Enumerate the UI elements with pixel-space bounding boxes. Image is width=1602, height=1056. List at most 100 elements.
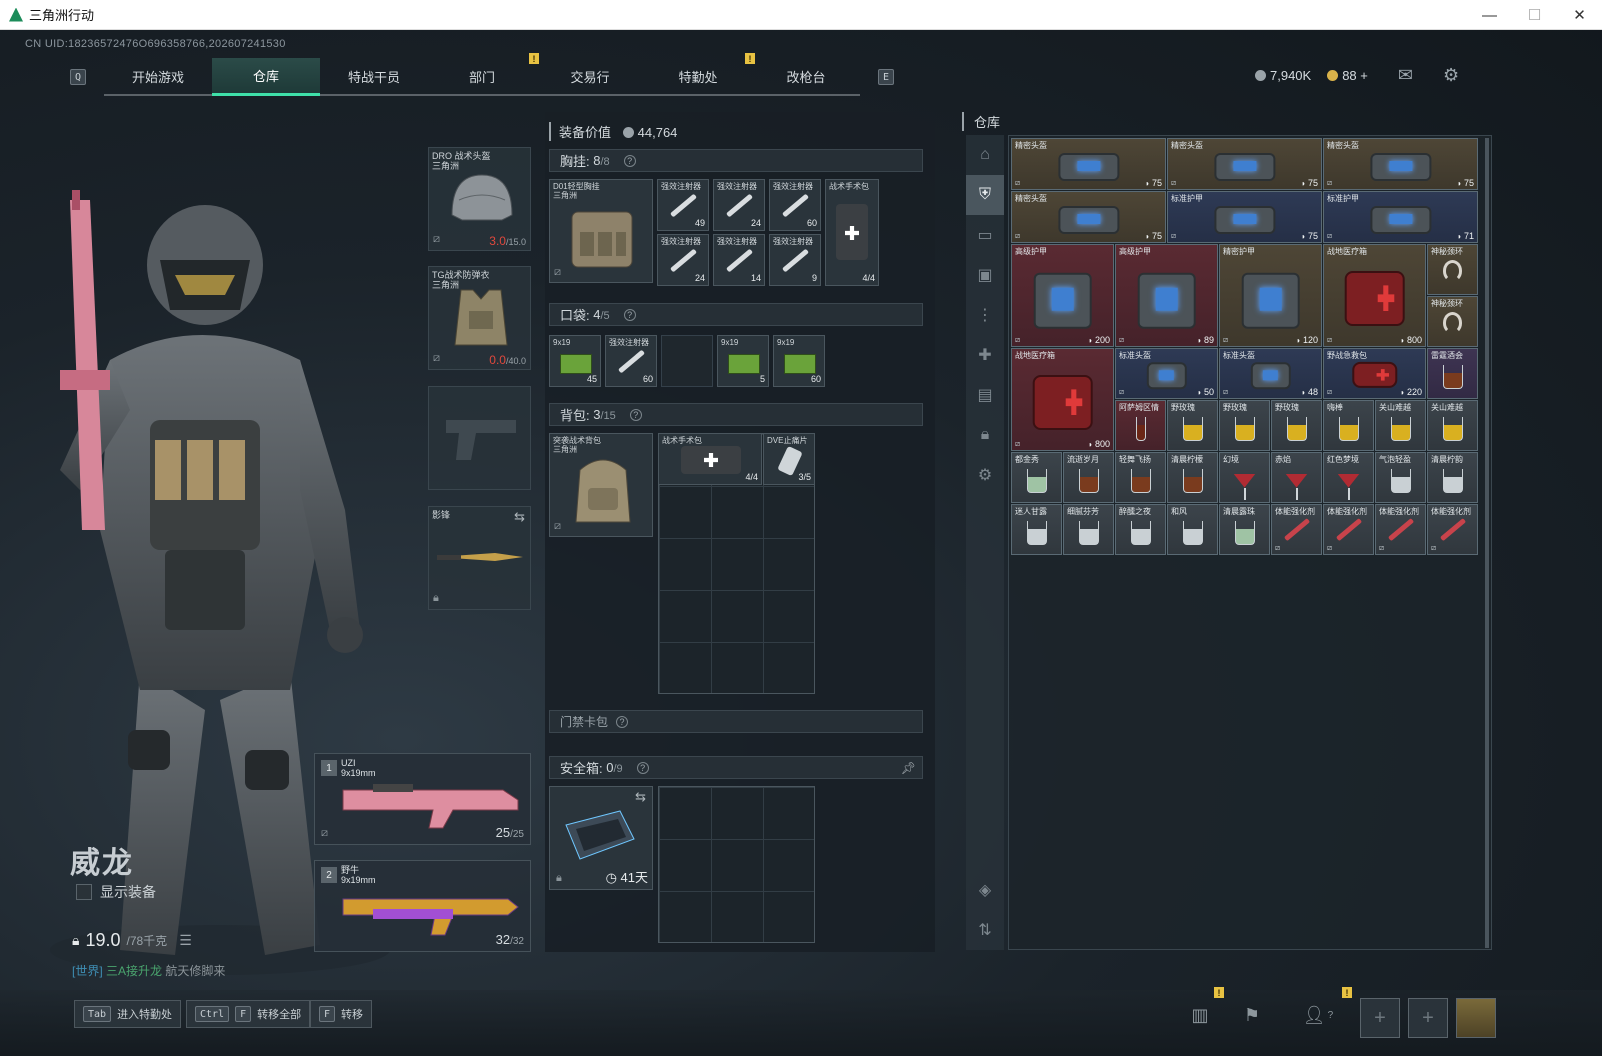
warehouse-item[interactable]: 体能强化剂 ⧄: [1271, 504, 1322, 555]
help-icon[interactable]: ?: [629, 408, 642, 421]
chest-rig-slot[interactable]: D01轻型胸挂 三角洲 ⧄: [549, 179, 653, 283]
chest-surgery-kit[interactable]: 战术手术包 4/4: [825, 179, 879, 286]
safebox-grid[interactable]: [658, 786, 815, 943]
layers-icon[interactable]: ◈: [966, 870, 1004, 910]
warehouse-item[interactable]: 清晨露珠: [1219, 504, 1270, 555]
chest-item-2[interactable]: 强效注射器 24: [713, 179, 765, 231]
player-avatar[interactable]: [1456, 998, 1496, 1038]
category-all-icon[interactable]: ⌂: [966, 135, 1004, 175]
chest-item-3[interactable]: 强效注射器 60: [769, 179, 821, 231]
minimize-button[interactable]: —: [1467, 0, 1512, 30]
pocket-item-5[interactable]: 9x19 60: [773, 335, 825, 387]
chat-sender[interactable]: 三A接升龙: [106, 964, 162, 978]
gold-currency[interactable]: 88 +: [1327, 68, 1368, 83]
pocket-item-3[interactable]: [661, 335, 713, 387]
add-squad-slot-2[interactable]: +: [1408, 998, 1448, 1038]
chest-item-1[interactable]: 强效注射器 49: [657, 179, 709, 231]
warehouse-item[interactable]: 精密护甲 ⧄ ◗ 120: [1219, 244, 1322, 347]
help-icon[interactable]: ?: [636, 761, 649, 774]
next-tab-key[interactable]: E: [878, 69, 895, 85]
tab-operators[interactable]: 特战干员: [320, 58, 429, 96]
show-equipment-checkbox[interactable]: [76, 884, 92, 900]
melee-slot[interactable]: 影锋 ⇆ 🔒︎: [428, 506, 531, 610]
chest-item-4[interactable]: 强效注射器 24: [657, 234, 709, 286]
tab-start-game[interactable]: 开始游戏: [104, 58, 213, 96]
warehouse-item[interactable]: 都金秀: [1011, 452, 1062, 503]
warehouse-item[interactable]: 阿萨姆区情: [1115, 400, 1166, 451]
warehouse-item[interactable]: 标准头盔 ⧄ ◗ 50: [1115, 348, 1218, 399]
add-currency-button[interactable]: +: [1360, 68, 1368, 83]
warehouse-item[interactable]: 气泡轻盈: [1375, 452, 1426, 503]
pin-icon[interactable]: 📌︎: [901, 761, 916, 775]
warehouse-item[interactable]: 体能强化剂 ⧄: [1427, 504, 1478, 555]
warehouse-item[interactable]: 野战急救包 ⧄ ◗ 220: [1323, 348, 1426, 399]
primary-weapon-slot-2[interactable]: 2 野牛 9x19mm 32/32: [314, 860, 531, 952]
backpack-painkiller[interactable]: DVE止痛片 3/5: [763, 433, 815, 485]
pocket-item-1[interactable]: 9x19 45: [549, 335, 601, 387]
category-equipment-icon[interactable]: ⛨: [966, 175, 1004, 215]
warehouse-item[interactable]: 清晨柠韵: [1427, 452, 1478, 503]
warehouse-item[interactable]: 雷霆酒会: [1427, 348, 1478, 399]
warehouse-item[interactable]: 体能强化剂 ⧄: [1375, 504, 1426, 555]
warehouse-item[interactable]: 野玫瑰: [1219, 400, 1270, 451]
category-ammo-icon[interactable]: ⋮: [966, 295, 1004, 335]
warehouse-item[interactable]: 神秘颈环: [1427, 244, 1478, 295]
warehouse-item[interactable]: 野玫瑰: [1271, 400, 1322, 451]
backpack-surgery-kit[interactable]: 战术手术包 4/4: [658, 433, 762, 485]
tab-department[interactable]: 部门!: [428, 53, 540, 96]
category-misc-icon[interactable]: ⚙: [966, 455, 1004, 495]
warehouse-item[interactable]: 标准护甲 ⧄ ◗ 75: [1167, 191, 1322, 243]
help-icon[interactable]: ?: [616, 715, 629, 728]
warehouse-item[interactable]: 精密头盔 ⧄ ◗ 75: [1167, 138, 1322, 190]
warehouse-item[interactable]: 醉醺之夜: [1115, 504, 1166, 555]
warehouse-item[interactable]: 红色梦境: [1323, 452, 1374, 503]
close-button[interactable]: ✕: [1557, 0, 1602, 30]
warehouse-item[interactable]: 神秘颈环: [1427, 296, 1478, 347]
swap-icon[interactable]: ⇆: [514, 509, 525, 525]
tab-gunsmith[interactable]: 改枪台: [752, 58, 861, 96]
warehouse-item[interactable]: 关山难越: [1427, 400, 1478, 451]
help-icon[interactable]: ?: [623, 154, 636, 167]
chest-item-6[interactable]: 强效注射器 9: [769, 234, 821, 286]
silver-currency[interactable]: 7,940K: [1255, 68, 1311, 83]
category-container-icon[interactable]: ▤: [966, 375, 1004, 415]
safebox-slot[interactable]: ⇆ 🔒︎ ◷ 41天: [549, 786, 653, 890]
list-icon[interactable]: ☰: [179, 932, 192, 949]
warehouse-item[interactable]: 高级护甲 ⧄ ◗ 200: [1011, 244, 1114, 347]
enter-special-ops-shortcut[interactable]: Tab 进入特勤处: [74, 1000, 182, 1028]
tab-warehouse[interactable]: 仓库: [212, 58, 321, 96]
keycard-header[interactable]: 门禁卡包?: [549, 710, 923, 733]
flag-icon[interactable]: ⚑: [1232, 998, 1272, 1032]
warehouse-item[interactable]: 精密头盔 ⧄ ◗ 75: [1011, 138, 1166, 190]
friends-icon[interactable]: 👤︎?: [1290, 998, 1346, 1032]
stats-chart-icon[interactable]: ▥: [1180, 998, 1220, 1032]
warehouse-item[interactable]: 标准护甲 ⧄ ◗ 71: [1323, 191, 1478, 243]
add-squad-slot-1[interactable]: +: [1360, 998, 1400, 1038]
warehouse-item[interactable]: 体能强化剂 ⧄: [1323, 504, 1374, 555]
sort-icon[interactable]: ⇅: [966, 910, 1004, 950]
settings-gear-icon[interactable]: ⚙: [1443, 65, 1459, 86]
transfer-all-shortcut[interactable]: Ctrl F 转移全部: [186, 1000, 311, 1028]
pistol-slot-empty[interactable]: [428, 386, 531, 490]
swap-icon[interactable]: ⇆: [635, 789, 646, 805]
warehouse-item[interactable]: 战地医疗箱 ⧄ ◗ 800: [1323, 244, 1426, 347]
warehouse-item[interactable]: 和风: [1167, 504, 1218, 555]
pocket-item-2[interactable]: 强效注射器 60: [605, 335, 657, 387]
warehouse-item[interactable]: 细腻芬芳: [1063, 504, 1114, 555]
tab-trade[interactable]: 交易行: [536, 58, 645, 96]
prev-tab-key[interactable]: Q: [70, 69, 87, 85]
warehouse-item[interactable]: 战地医疗箱 ⧄ ◗ 800: [1011, 348, 1114, 451]
warehouse-item[interactable]: 关山难越: [1375, 400, 1426, 451]
warehouse-item[interactable]: 标准头盔 ⧄ ◗ 48: [1219, 348, 1322, 399]
warehouse-item[interactable]: 幻境: [1219, 452, 1270, 503]
backpack-slot[interactable]: 突袭战术背包 三角洲 ⧄: [549, 433, 653, 537]
warehouse-item[interactable]: 野玫瑰: [1167, 400, 1218, 451]
pocket-item-4[interactable]: 9x19 5: [717, 335, 769, 387]
warehouse-item[interactable]: 精密头盔 ⧄ ◗ 75: [1011, 191, 1166, 243]
warehouse-item[interactable]: 嗨棒: [1323, 400, 1374, 451]
category-medical-icon[interactable]: ✚: [966, 335, 1004, 375]
show-equipment-toggle[interactable]: 显示装备: [76, 882, 156, 902]
warehouse-item[interactable]: 高级护甲 ⧄ ◗ 89: [1115, 244, 1218, 347]
mail-icon[interactable]: ✉: [1398, 65, 1413, 86]
warehouse-item[interactable]: 轻舞飞扬: [1115, 452, 1166, 503]
